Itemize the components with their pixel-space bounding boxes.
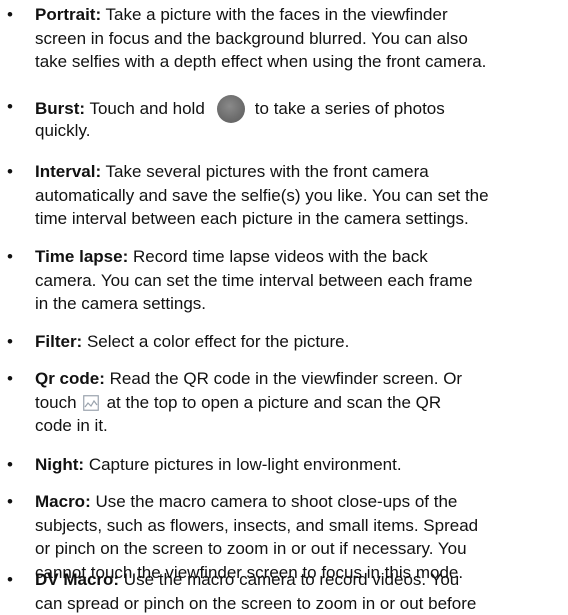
- bullet: •: [7, 97, 13, 116]
- bullet: •: [7, 369, 13, 388]
- list-item-text: Interval: Take several pictures with the…: [35, 162, 489, 228]
- list-item-text: Qr code: Read the QR code in the viewfin…: [35, 369, 463, 435]
- term-label: DV Macro:: [35, 570, 120, 589]
- list-item-text: Night: Capture pictures in low-light env…: [35, 455, 402, 474]
- term-label: Qr code:: [35, 369, 105, 388]
- term-label: Macro:: [35, 492, 91, 511]
- bullet: •: [7, 570, 13, 589]
- list-item-text: Portrait: Take a picture with the faces …: [35, 5, 487, 71]
- term-label: Portrait:: [35, 5, 102, 24]
- term-label: Filter:: [35, 332, 83, 351]
- term-label: Night:: [35, 455, 85, 474]
- list-item-text: Burst: Touch and hold to take a series of…: [35, 95, 560, 142]
- bullet: •: [7, 492, 13, 511]
- list-item-text: Filter: Select a color effect for the pi…: [35, 332, 350, 351]
- shutter-button-icon: [216, 95, 245, 123]
- gallery-icon: [82, 394, 99, 411]
- bullet: •: [7, 455, 13, 474]
- term-label: Burst:: [35, 99, 86, 118]
- term-label: Time lapse:: [35, 247, 129, 266]
- list-item-text: DV Macro: Use the macro camera to record…: [35, 570, 477, 613]
- bullet: •: [7, 162, 13, 181]
- bullet: •: [7, 247, 13, 266]
- term-label: Interval:: [35, 162, 102, 181]
- list-item-text: Time lapse: Record time lapse videos wit…: [35, 247, 473, 313]
- bullet: •: [7, 332, 13, 351]
- bullet: •: [7, 5, 13, 24]
